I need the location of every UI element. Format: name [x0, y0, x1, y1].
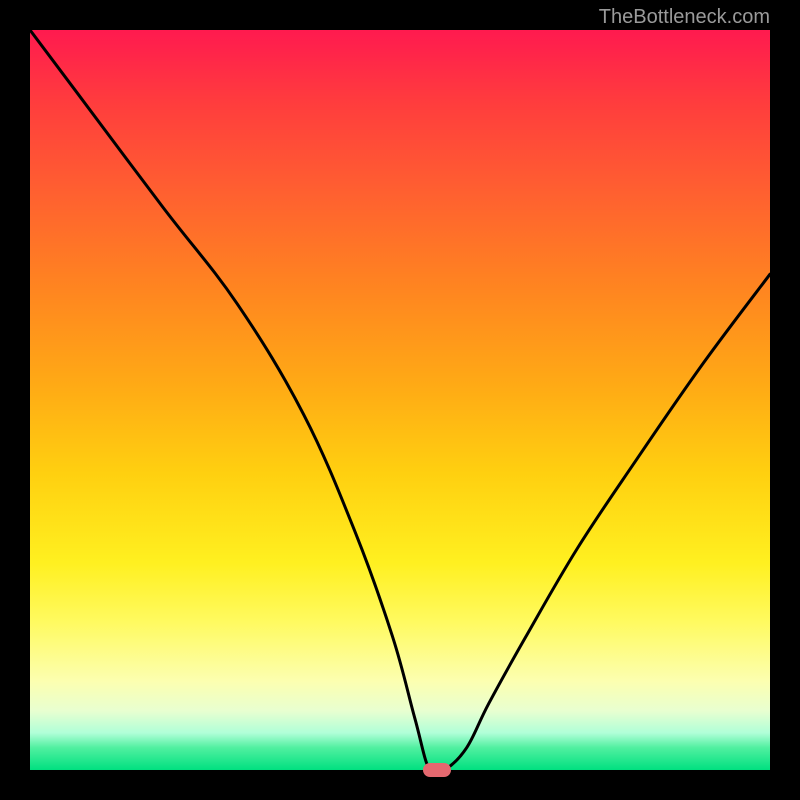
optimal-marker — [423, 763, 451, 777]
curve-svg — [30, 30, 770, 770]
bottleneck-chart: TheBottleneck.com — [0, 0, 800, 800]
plot-area — [30, 30, 770, 770]
bottleneck-curve-path — [30, 30, 770, 770]
attribution-label: TheBottleneck.com — [599, 6, 770, 29]
